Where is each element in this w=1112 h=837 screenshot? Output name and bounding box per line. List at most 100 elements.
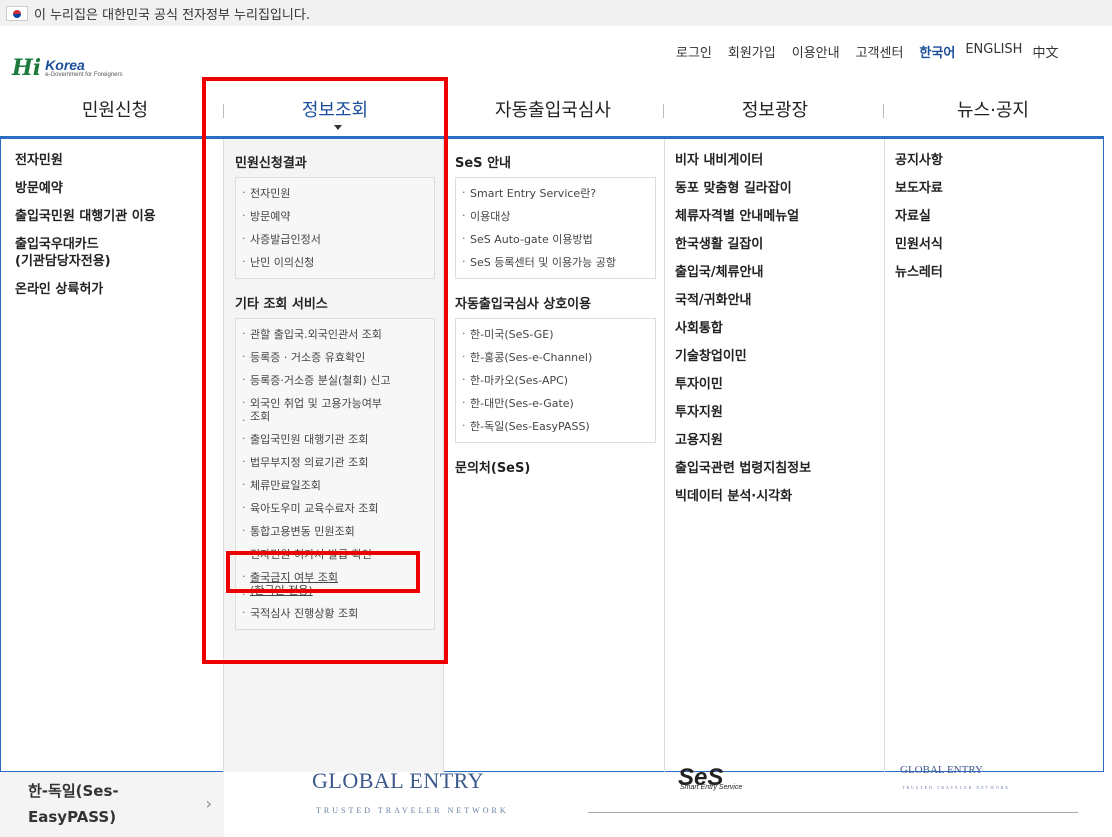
- group-ses-info[interactable]: SeS 안내: [455, 152, 664, 171]
- gnb-civil-request[interactable]: 민원신청: [60, 96, 170, 128]
- list-item[interactable]: 한-대만(Ses-e-Gate): [462, 392, 649, 415]
- global-entry-logo: GLOBAL ENTRY TRUSTED TRAVELER NETWORK: [312, 764, 512, 824]
- gnb-divider: [883, 104, 884, 118]
- global-entry-small-subtitle: TRUSTED TRAVELER NETWORK: [902, 785, 1011, 790]
- exit-ban-lookup-link[interactable]: 출국금지 여부 조회: [242, 566, 428, 584]
- menu-preferred-card-note[interactable]: (기관담당자전용): [15, 253, 223, 270]
- list-item[interactable]: 난민 이의신청: [242, 251, 428, 274]
- menu-link[interactable]: 한국생활 길잡이: [675, 236, 884, 253]
- logo-subtitle: e-Government for Foreigners: [45, 72, 123, 78]
- menu-visit-reservation[interactable]: 방문예약: [15, 180, 223, 197]
- gov-banner-text: 이 누리집은 대한민국 공식 전자정부 누리집입니다.: [34, 7, 310, 23]
- menu-column-auto-immigration: SeS 안내 Smart Entry Service란? 이용대상 SeS Au…: [443, 139, 664, 772]
- list-item[interactable]: 등록증·거소증 분실(철회) 신고: [242, 369, 428, 392]
- support-link[interactable]: 고객센터: [856, 42, 904, 61]
- list-item[interactable]: 국적심사 진행상황 조회: [242, 602, 428, 625]
- menu-link[interactable]: 출입국/체류안내: [675, 264, 884, 281]
- list-item[interactable]: 한-미국(SeS-GE): [462, 323, 649, 346]
- signup-link[interactable]: 회원가입: [728, 42, 776, 61]
- gnb-info-lookup[interactable]: 정보조회: [280, 96, 390, 128]
- menu-link[interactable]: 체류자격별 안내메뉴얼: [675, 208, 884, 225]
- mutual-use-list: 한-미국(SeS-GE) 한-홍콩(Ses-e-Channel) 한-마카오(S…: [455, 318, 656, 443]
- list-item[interactable]: 통합고용변동 민원조회: [242, 520, 428, 543]
- lang-english[interactable]: ENGLISH: [965, 42, 1022, 61]
- menu-column-info-plaza: 비자 내비게이터 동포 맞춤형 길라잡이 체류자격별 안내메뉴얼 한국생활 길잡…: [664, 139, 884, 772]
- group-request-results[interactable]: 민원신청결과: [235, 152, 443, 171]
- lang-chinese[interactable]: 中文: [1032, 42, 1058, 61]
- list-item[interactable]: 관할 출입국.외국인관서 조회: [242, 323, 428, 346]
- list-item[interactable]: 방문예약: [242, 205, 428, 228]
- menu-link[interactable]: 사회통합: [675, 320, 884, 337]
- menu-link[interactable]: 투자이민: [675, 376, 884, 393]
- menu-link[interactable]: 비자 내비게이터: [675, 152, 884, 169]
- list-item[interactable]: 체류만료일조회: [242, 474, 428, 497]
- menu-column-info-lookup: 민원신청결과 전자민원 방문예약 사증발급인정서 난민 이의신청 기타 조회 서…: [223, 139, 443, 772]
- menu-link[interactable]: 기술창업이민: [675, 348, 884, 365]
- list-item[interactable]: 외국인 취업 및 고용가능여부: [242, 392, 428, 410]
- list-item[interactable]: SeS Auto-gate 이용방법: [462, 228, 649, 251]
- menu-column-civil-request: 전자민원 방문예약 출입국민원 대행기관 이용 출입국우대카드 (기관담당자전용…: [1, 139, 223, 772]
- global-entry-title: GLOBAL ENTRY: [312, 768, 485, 793]
- gnb-news-notice[interactable]: 뉴스·공지: [938, 96, 1048, 128]
- menu-link[interactable]: 공지사항: [895, 152, 1103, 169]
- global-entry-logo-small: GLOBAL ENTRY: [900, 764, 984, 776]
- list-item[interactable]: 등록증 · 거소증 유효확인: [242, 346, 428, 369]
- list-item[interactable]: 출입국민원 대행기관 조회: [242, 428, 428, 451]
- under-item-line1: 한-독일(Ses-: [28, 782, 119, 800]
- group-ses-contact[interactable]: 문의처(SeS): [455, 457, 664, 476]
- menu-link[interactable]: 국적/귀화안내: [675, 292, 884, 309]
- menu-link[interactable]: 빅데이터 분석·시각화: [675, 488, 884, 505]
- group-mutual-use[interactable]: 자동출입국심사 상호이용: [455, 293, 664, 312]
- list-item[interactable]: 사증발급인정서: [242, 228, 428, 251]
- menu-link[interactable]: 자료실: [895, 208, 1103, 225]
- group-other-lookup[interactable]: 기타 조회 서비스: [235, 293, 443, 312]
- gnb-divider: [663, 104, 664, 118]
- menu-agency-use[interactable]: 출입국민원 대행기관 이용: [15, 208, 223, 225]
- site-logo[interactable]: Hi Korea e-Government for Foreigners: [12, 48, 132, 88]
- under-layer-list-item[interactable]: 한-독일(Ses- EasyPASS) ›: [0, 772, 224, 837]
- list-item[interactable]: 한-마카오(Ses-APC): [462, 369, 649, 392]
- exit-ban-lookup-note[interactable]: (한국인 전용): [242, 584, 428, 602]
- gnb-auto-immigration[interactable]: 자동출입국심사: [478, 96, 628, 128]
- gnb-info-plaza[interactable]: 정보광장: [720, 96, 830, 128]
- menu-column-news-notice: 공지사항 보도자료 자료실 민원서식 뉴스레터: [884, 139, 1103, 772]
- menu-e-civil[interactable]: 전자민원: [15, 152, 223, 169]
- list-item-continued[interactable]: 조회: [242, 410, 428, 428]
- global-entry-subtitle: TRUSTED TRAVELER NETWORK: [316, 806, 509, 815]
- list-item[interactable]: 법무부지정 의료기관 조회: [242, 451, 428, 474]
- korea-flag-icon: [6, 5, 28, 21]
- menu-link[interactable]: 투자지원: [675, 404, 884, 421]
- list-item[interactable]: 전자민원: [242, 182, 428, 205]
- global-nav: 민원신청 정보조회 자동출입국심사 정보광장 뉴스·공지: [0, 96, 1112, 136]
- list-item[interactable]: 이용대상: [462, 205, 649, 228]
- divider: [588, 812, 1078, 813]
- gnb-divider: [223, 104, 224, 118]
- chevron-right-icon: ›: [205, 794, 212, 813]
- list-item[interactable]: SeS 등록센터 및 이용가능 공항: [462, 251, 649, 274]
- logo-brand: Korea: [45, 57, 85, 73]
- list-item[interactable]: 한-독일(Ses-EasyPASS): [462, 415, 649, 438]
- menu-link[interactable]: 출입국관련 법령지침정보: [675, 460, 884, 477]
- gov-banner: 이 누리집은 대한민국 공식 전자정부 누리집입니다.: [0, 0, 1112, 26]
- caret-down-icon: [334, 125, 342, 130]
- menu-link[interactable]: 동포 맞춤형 길라잡이: [675, 180, 884, 197]
- ses-subtitle: Smart Entry Service: [680, 784, 743, 791]
- menu-link[interactable]: 민원서식: [895, 236, 1103, 253]
- ses-info-list: Smart Entry Service란? 이용대상 SeS Auto-gate…: [455, 177, 656, 279]
- list-item[interactable]: 육아도우미 교육수료자 조회: [242, 497, 428, 520]
- menu-link[interactable]: 뉴스레터: [895, 264, 1103, 281]
- menu-preferred-card[interactable]: 출입국우대카드: [15, 236, 223, 253]
- list-item[interactable]: Smart Entry Service란?: [462, 182, 649, 205]
- hikorea-logo-icon: Hi: [12, 55, 42, 81]
- menu-online-landing[interactable]: 온라인 상륙허가: [15, 281, 223, 298]
- gnb-divider: [444, 104, 445, 118]
- list-item[interactable]: 한-홍콩(Ses-e-Channel): [462, 346, 649, 369]
- menu-link[interactable]: 고용지원: [675, 432, 884, 449]
- menu-link[interactable]: 보도자료: [895, 180, 1103, 197]
- guide-link[interactable]: 이용안내: [792, 42, 840, 61]
- under-item-line2: EasyPASS): [28, 808, 117, 826]
- list-item[interactable]: 전자민원 허가서 발급 확인: [242, 543, 428, 566]
- lang-korean[interactable]: 한국어: [919, 42, 955, 61]
- login-link[interactable]: 로그인: [676, 42, 712, 61]
- mega-menu: 전자민원 방문예약 출입국민원 대행기관 이용 출입국우대카드 (기관담당자전용…: [0, 136, 1104, 772]
